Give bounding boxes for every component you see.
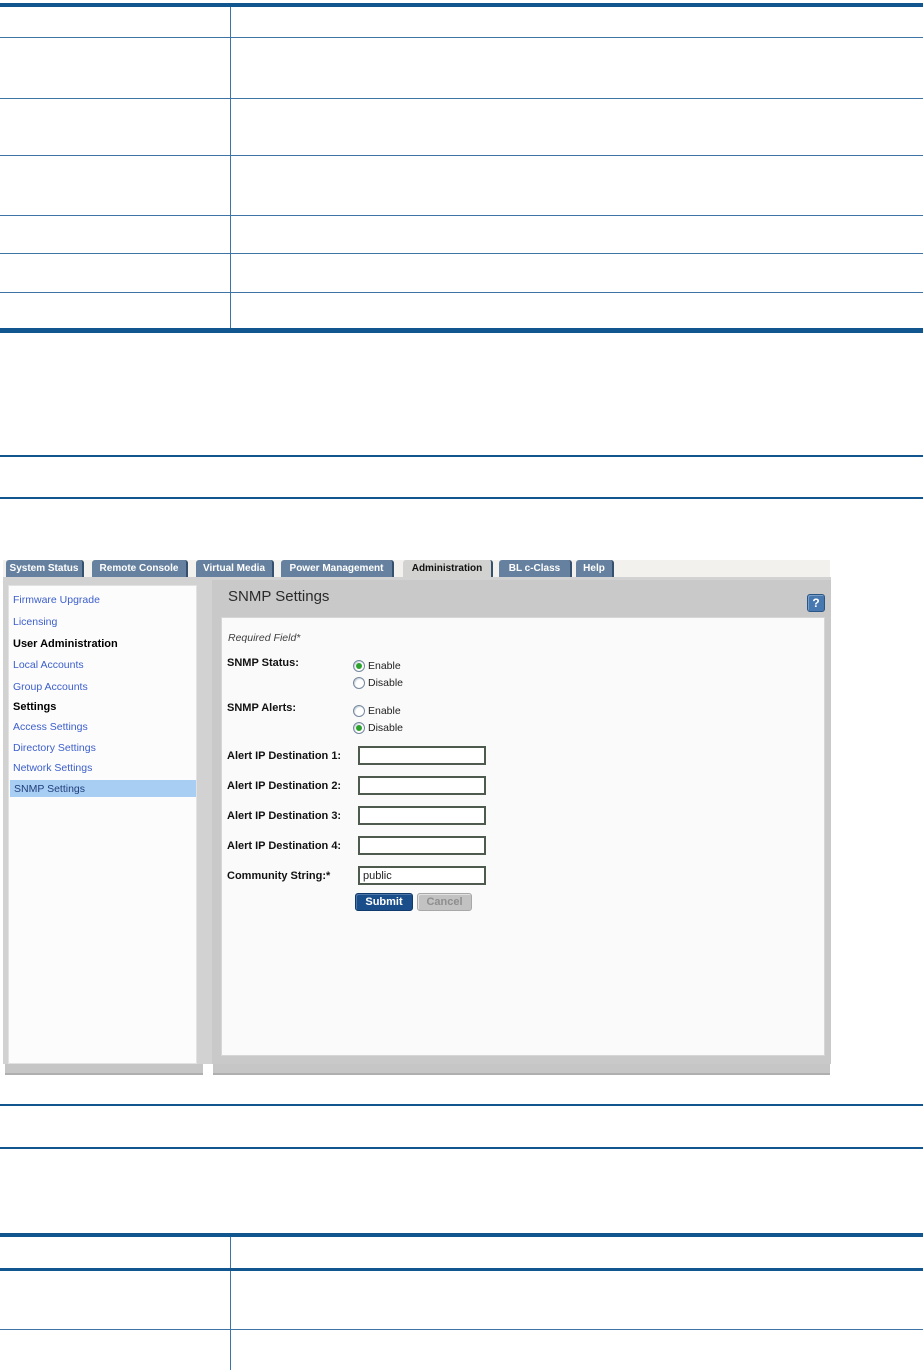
snmp-alerts-label: SNMP Alerts:	[227, 702, 297, 714]
bottom-table	[0, 1233, 923, 1370]
sidebar-item-access-settings[interactable]: Access Settings	[13, 721, 88, 733]
alert-ip-4-label: Alert IP Destination 4:	[227, 840, 342, 852]
table-row	[0, 1271, 923, 1330]
snmp-alerts-enable-label: Enable	[368, 705, 401, 717]
table-cell	[0, 1330, 231, 1370]
sidebar-item-snmp-settings[interactable]: SNMP Settings	[14, 783, 85, 795]
table-row	[0, 1330, 923, 1370]
table-cell	[231, 1271, 923, 1329]
tab-remote-console[interactable]: Remote Console	[92, 560, 188, 577]
snmp-status-enable-label: Enable	[368, 660, 401, 672]
cancel-button[interactable]: Cancel	[417, 893, 472, 911]
table-cell	[0, 1271, 231, 1329]
table-row	[0, 1237, 923, 1271]
sidebar-item-directory-settings[interactable]: Directory Settings	[13, 742, 96, 754]
alert-ip-4-input[interactable]	[358, 836, 486, 855]
sidebar-item-local-accounts[interactable]: Local Accounts	[13, 659, 84, 671]
snmp-status-disable-radio[interactable]	[353, 677, 365, 689]
table-cell	[0, 1237, 231, 1268]
manual-page: System Status Remote Console Virtual Med…	[0, 0, 923, 1370]
help-icon[interactable]: ?	[807, 594, 825, 612]
sidebar	[8, 585, 197, 1064]
community-string-input[interactable]	[358, 866, 486, 885]
tab-bl-c-class[interactable]: BL c-Class	[499, 560, 572, 577]
alert-ip-3-label: Alert IP Destination 3:	[227, 810, 342, 822]
table-cell	[231, 1330, 923, 1370]
community-string-label: Community String:*	[227, 870, 331, 882]
snmp-alerts-disable-radio[interactable]	[353, 722, 365, 734]
alert-ip-1-input[interactable]	[358, 746, 486, 765]
sidebar-item-licensing[interactable]: Licensing	[13, 616, 57, 628]
section-rule	[0, 1104, 923, 1106]
sidebar-header-user-administration: User Administration	[13, 638, 118, 650]
alert-ip-2-input[interactable]	[358, 776, 486, 795]
sidebar-item-group-accounts[interactable]: Group Accounts	[13, 681, 88, 693]
form-area	[221, 617, 825, 1056]
alert-ip-2-label: Alert IP Destination 2:	[227, 780, 342, 792]
snmp-alerts-enable-radio[interactable]	[353, 705, 365, 717]
required-field-note: Required Field*	[228, 632, 301, 644]
alert-ip-3-input[interactable]	[358, 806, 486, 825]
sidebar-item-firmware-upgrade[interactable]: Firmware Upgrade	[13, 594, 100, 606]
page-title: SNMP Settings	[228, 588, 330, 605]
sidebar-item-network-settings[interactable]: Network Settings	[13, 762, 92, 774]
snmp-status-enable-radio[interactable]	[353, 660, 365, 672]
snmp-alerts-disable-label: Disable	[368, 722, 404, 734]
panel-shadow	[213, 1064, 830, 1075]
sidebar-header-settings: Settings	[13, 701, 57, 713]
tab-system-status[interactable]: System Status	[6, 560, 84, 577]
tab-virtual-media[interactable]: Virtual Media	[196, 560, 274, 577]
tab-power-management[interactable]: Power Management	[281, 560, 394, 577]
alert-ip-1-label: Alert IP Destination 1:	[227, 750, 342, 762]
tab-help[interactable]: Help	[576, 560, 614, 577]
sidebar-shadow	[5, 1064, 203, 1075]
snmp-settings-screenshot: System Status Remote Console Virtual Med…	[0, 0, 923, 1370]
table-cell	[231, 1237, 923, 1268]
section-rule	[0, 1147, 923, 1149]
snmp-status-disable-label: Disable	[368, 677, 404, 689]
tab-administration[interactable]: Administration	[403, 560, 493, 577]
snmp-status-label: SNMP Status:	[227, 657, 299, 669]
submit-button[interactable]: Submit	[355, 893, 413, 911]
